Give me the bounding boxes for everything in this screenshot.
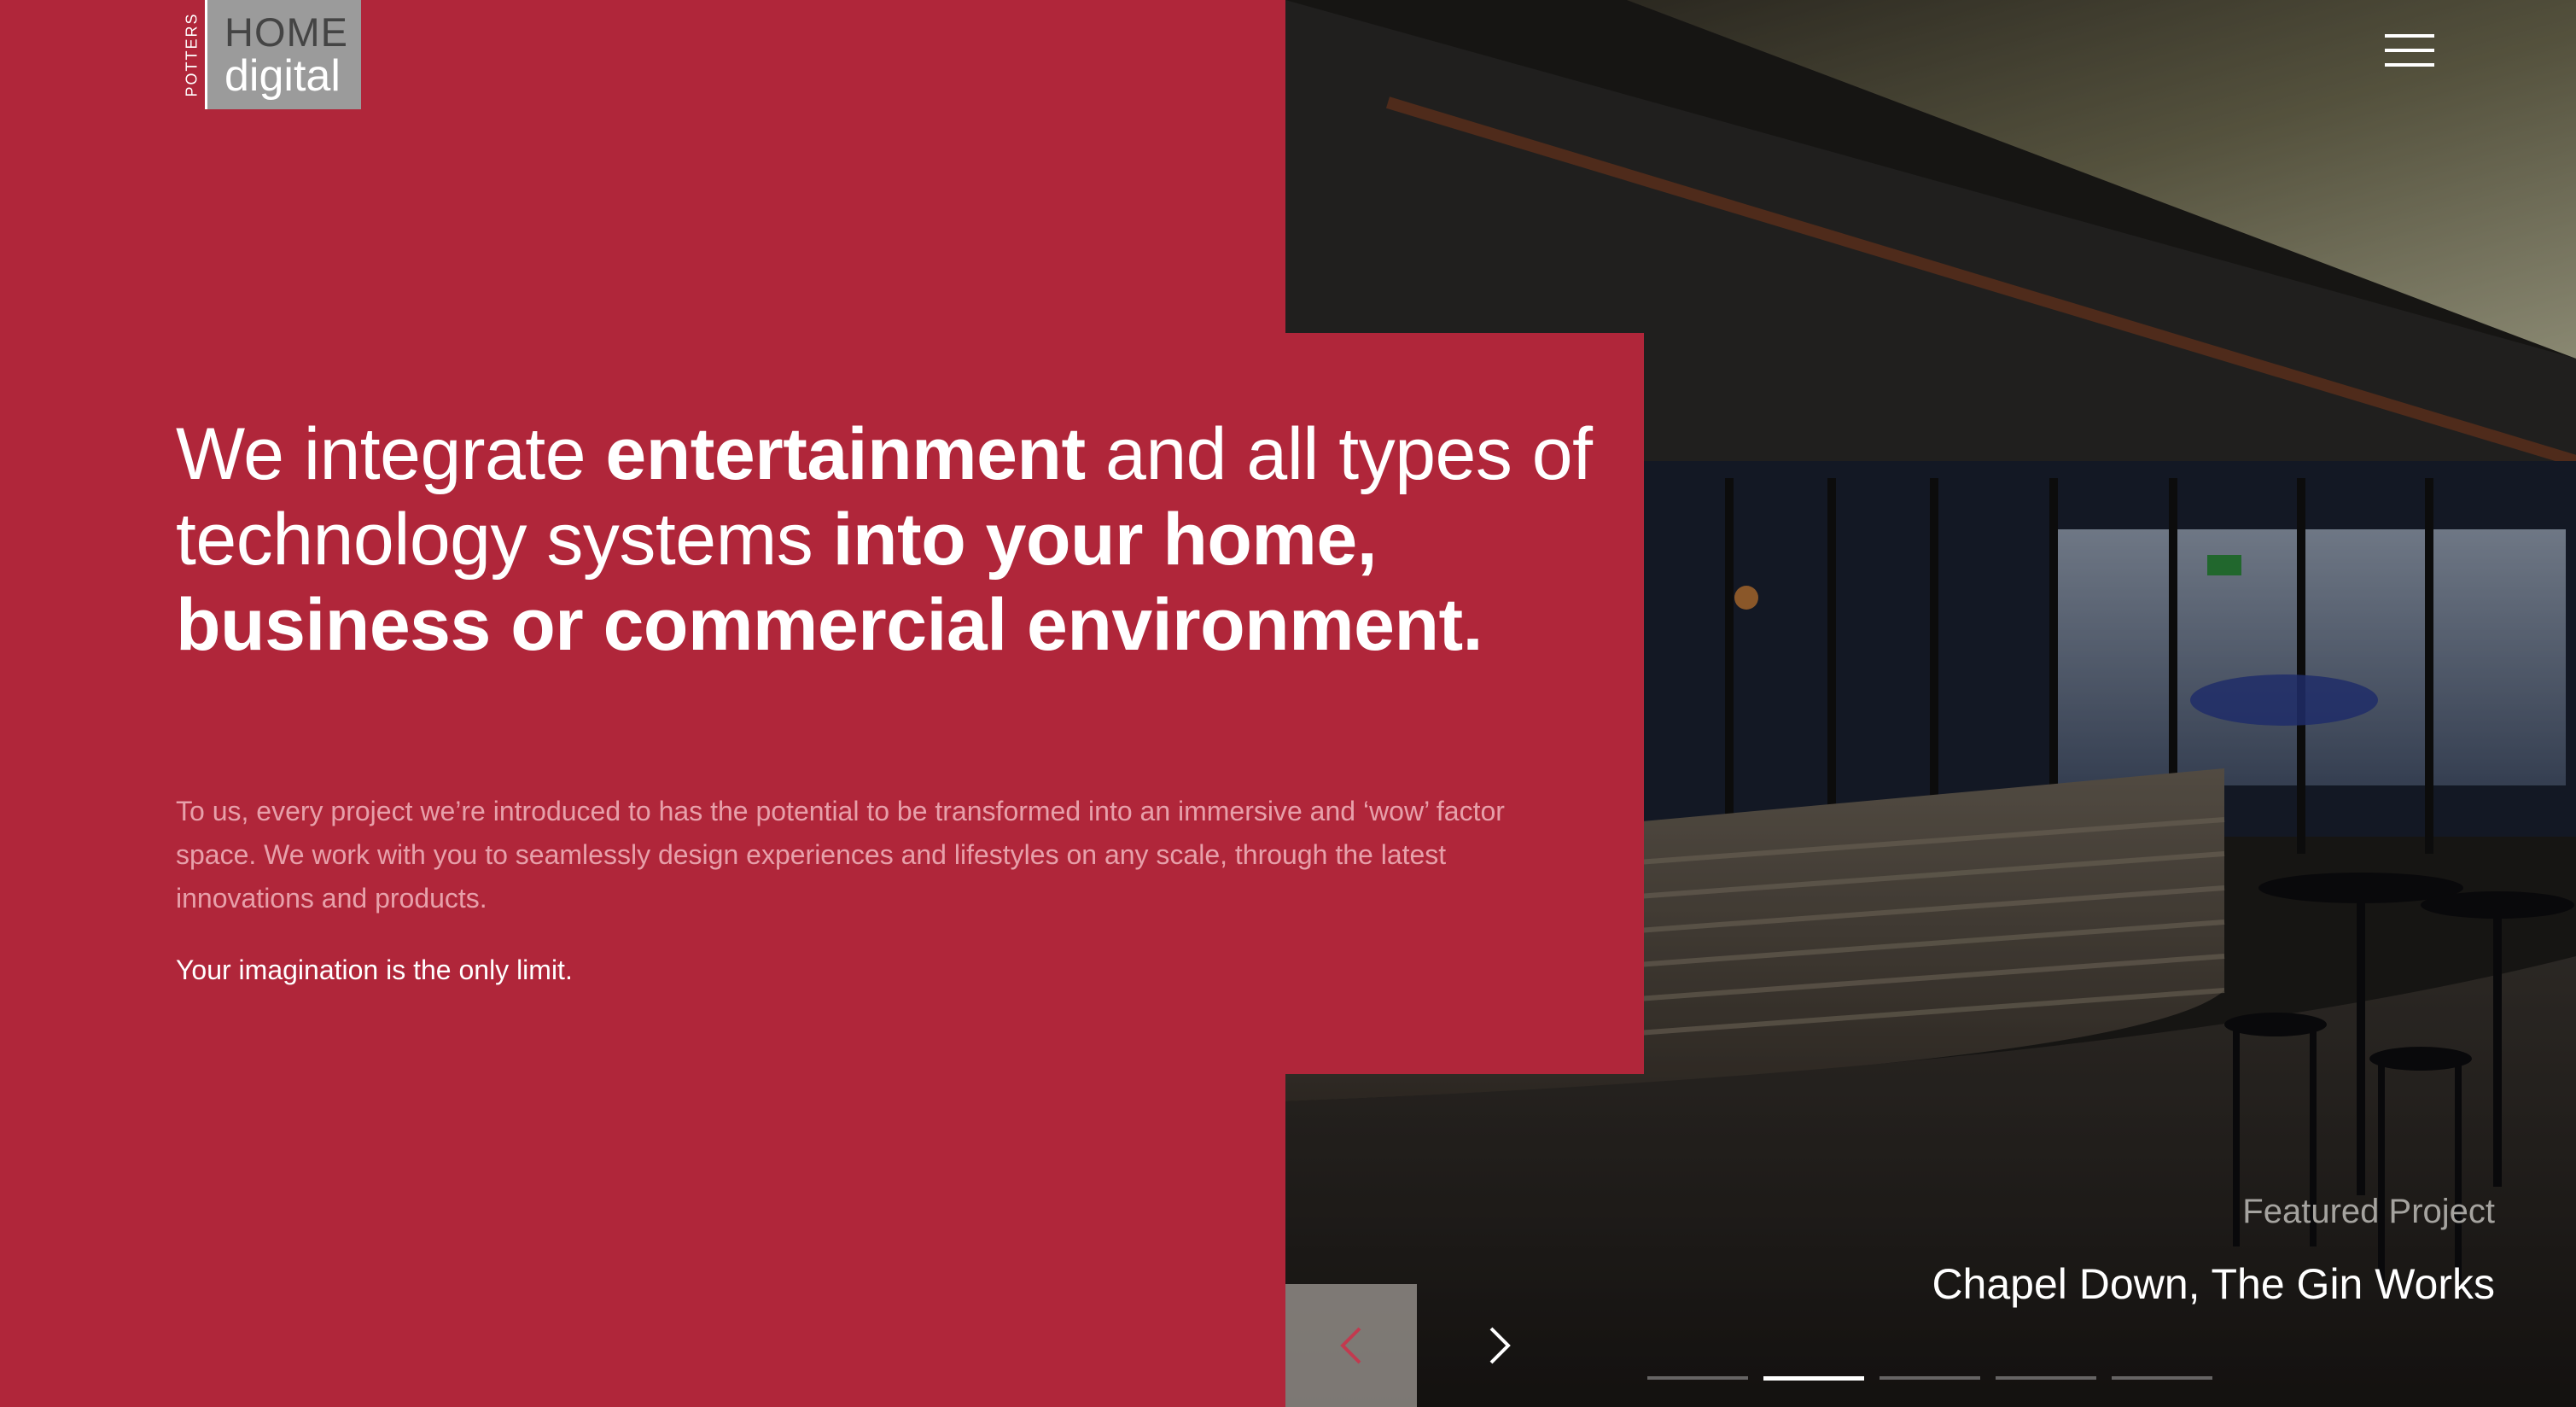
chevron-right-icon — [1489, 1327, 1511, 1364]
logo-digital-text: digital — [224, 51, 341, 101]
hamburger-menu-icon[interactable] — [2385, 34, 2434, 67]
chevron-left-icon — [1340, 1327, 1361, 1364]
slider-page-indicator[interactable] — [2112, 1376, 2212, 1380]
hero-tagline: Your imagination is the only limit. — [176, 955, 573, 985]
hamburger-line — [2385, 49, 2434, 52]
potters-home-digital-logo[interactable]: POTTERS HOME digital — [179, 0, 361, 109]
hero-intro-paragraph: To us, every project we’re introduced to… — [176, 796, 1505, 914]
featured-project-title[interactable]: Chapel Down, The Gin Works — [1932, 1258, 2495, 1310]
slider-next-button[interactable] — [1434, 1284, 1565, 1407]
hero-text-panel — [0, 0, 1285, 1407]
slider-page-indicator[interactable] — [1996, 1376, 2096, 1380]
slider-page-indicator[interactable] — [1763, 1376, 1864, 1381]
slider-pagination — [1647, 1376, 2212, 1381]
slider-prev-button[interactable] — [1285, 1284, 1417, 1407]
logo-wordmark: HOME digital — [207, 0, 361, 109]
logo-potters-text: POTTERS — [183, 12, 201, 97]
headline-part: We integrate — [176, 413, 606, 495]
slider-page-indicator[interactable] — [1647, 1376, 1748, 1380]
slider-page-indicator[interactable] — [1880, 1376, 1980, 1380]
headline-part-bold: entertainment — [605, 413, 1086, 495]
hamburger-line — [2385, 34, 2434, 38]
logo-home-text: HOME — [224, 9, 348, 55]
hamburger-line — [2385, 63, 2434, 67]
logo-side-label: POTTERS — [179, 0, 207, 109]
featured-project-label: Featured Project — [2242, 1193, 2495, 1230]
hero-headline: We integrate entertainment and all types… — [176, 412, 1627, 668]
